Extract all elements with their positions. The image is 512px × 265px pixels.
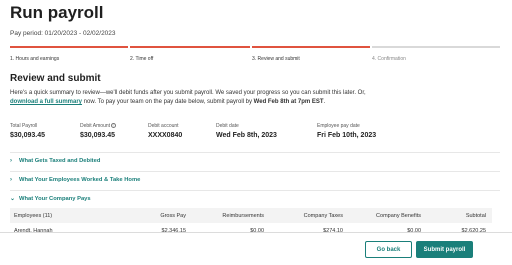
pay-period: Pay period: 01/20/2023 - 02/02/2023	[10, 30, 116, 37]
intro-text-part: .	[323, 99, 326, 105]
summary-label: Debit Amount ⓘ	[80, 123, 117, 129]
summary-employee-pay-date: Employee pay date Fri Feb 10th, 2023	[317, 123, 376, 139]
summary-label-text: Debit Amount	[80, 123, 111, 129]
step-label: 1. Hours and earnings	[10, 56, 60, 62]
summary-value: XXXX0840	[148, 132, 183, 139]
intro-text-part: now. To pay your team on the pay date be…	[82, 99, 254, 105]
summary-label: Employee pay date	[317, 123, 360, 129]
info-icon[interactable]: ⓘ	[111, 123, 117, 128]
column-header-subtotal: Subtotal	[465, 212, 486, 219]
summary-label: Debit account	[148, 123, 179, 129]
column-header-employees: Employees (11)	[14, 212, 53, 219]
column-header-reimbursements: Reimbursements	[222, 212, 264, 219]
summary-value: Fri Feb 10th, 2023	[317, 132, 377, 139]
section-title: Review and submit	[10, 73, 101, 84]
summary-debit-date: Debit date Wed Feb 8th, 2023	[216, 123, 277, 139]
column-header-gross-pay: Gross Pay	[160, 212, 186, 219]
divider	[10, 190, 500, 191]
chevron-right-icon: ›	[10, 158, 12, 164]
submit-deadline: Wed Feb 8th at 7pm EST	[253, 99, 324, 105]
intro-text: Here's a quick summary to review—we'll d…	[10, 89, 490, 107]
summary-value: $30,093.45	[80, 132, 116, 139]
step-hours-and-earnings[interactable]: 1. Hours and earnings	[10, 46, 128, 66]
page-title: Run payroll	[10, 3, 104, 22]
column-header-company-benefits: Company Benefits	[376, 212, 421, 219]
accordion-label: What Your Company Pays	[19, 196, 91, 202]
summary-debit-account: Debit account XXXX0840	[148, 123, 182, 139]
accordion-label: What Your Employees Worked & Take Home	[19, 177, 141, 183]
step-review-and-submit[interactable]: 3. Review and submit	[252, 46, 370, 66]
divider	[10, 152, 500, 153]
step-progress-bar	[252, 46, 370, 48]
step-label: 3. Review and submit	[252, 56, 300, 62]
step-progress-bar	[10, 46, 128, 48]
accordion-label: What Gets Taxed and Debited	[19, 158, 101, 164]
chevron-down-icon: ⌄	[10, 196, 16, 202]
accordion-employees-worked[interactable]: › What Your Employees Worked & Take Home	[10, 177, 490, 189]
step-progress-bar	[372, 46, 500, 48]
accordion-taxed-and-debited[interactable]: › What Gets Taxed and Debited	[10, 158, 490, 170]
go-back-button[interactable]: Go back	[365, 241, 412, 258]
step-label: 4. Confirmation	[372, 56, 406, 62]
step-time-off[interactable]: 2. Time off	[130, 46, 250, 66]
step-confirmation: 4. Confirmation	[372, 46, 500, 66]
summary-label: Total Payroll	[10, 123, 38, 129]
summary-label: Debit date	[216, 123, 239, 129]
step-progress-bar	[130, 46, 250, 48]
action-footer: Go back Submit payroll	[0, 232, 512, 265]
intro-text-part: Here's a quick summary to review—we'll d…	[10, 90, 366, 96]
step-label: 2. Time off	[130, 56, 154, 62]
table-header-row: Employees (11) Gross Pay Reimbursements …	[10, 208, 492, 223]
accordion-company-pays[interactable]: ⌄ What Your Company Pays	[10, 195, 490, 207]
column-header-company-taxes: Company Taxes	[303, 212, 343, 219]
chevron-right-icon: ›	[10, 177, 12, 183]
progress-stepper: 1. Hours and earnings 2. Time off 3. Rev…	[10, 46, 500, 66]
divider	[10, 171, 500, 172]
summary-debit-amount: Debit Amount ⓘ $30,093.45	[80, 123, 117, 139]
download-summary-link[interactable]: download a full summary	[10, 99, 82, 105]
summary-value: $30,093.45	[10, 132, 46, 139]
summary-total-payroll: Total Payroll $30,093.45	[10, 123, 45, 139]
summary-value: Wed Feb 8th, 2023	[216, 132, 277, 139]
submit-payroll-button[interactable]: Submit payroll	[416, 241, 473, 258]
payroll-summary: Total Payroll $30,093.45 Debit Amount ⓘ $…	[10, 123, 500, 145]
